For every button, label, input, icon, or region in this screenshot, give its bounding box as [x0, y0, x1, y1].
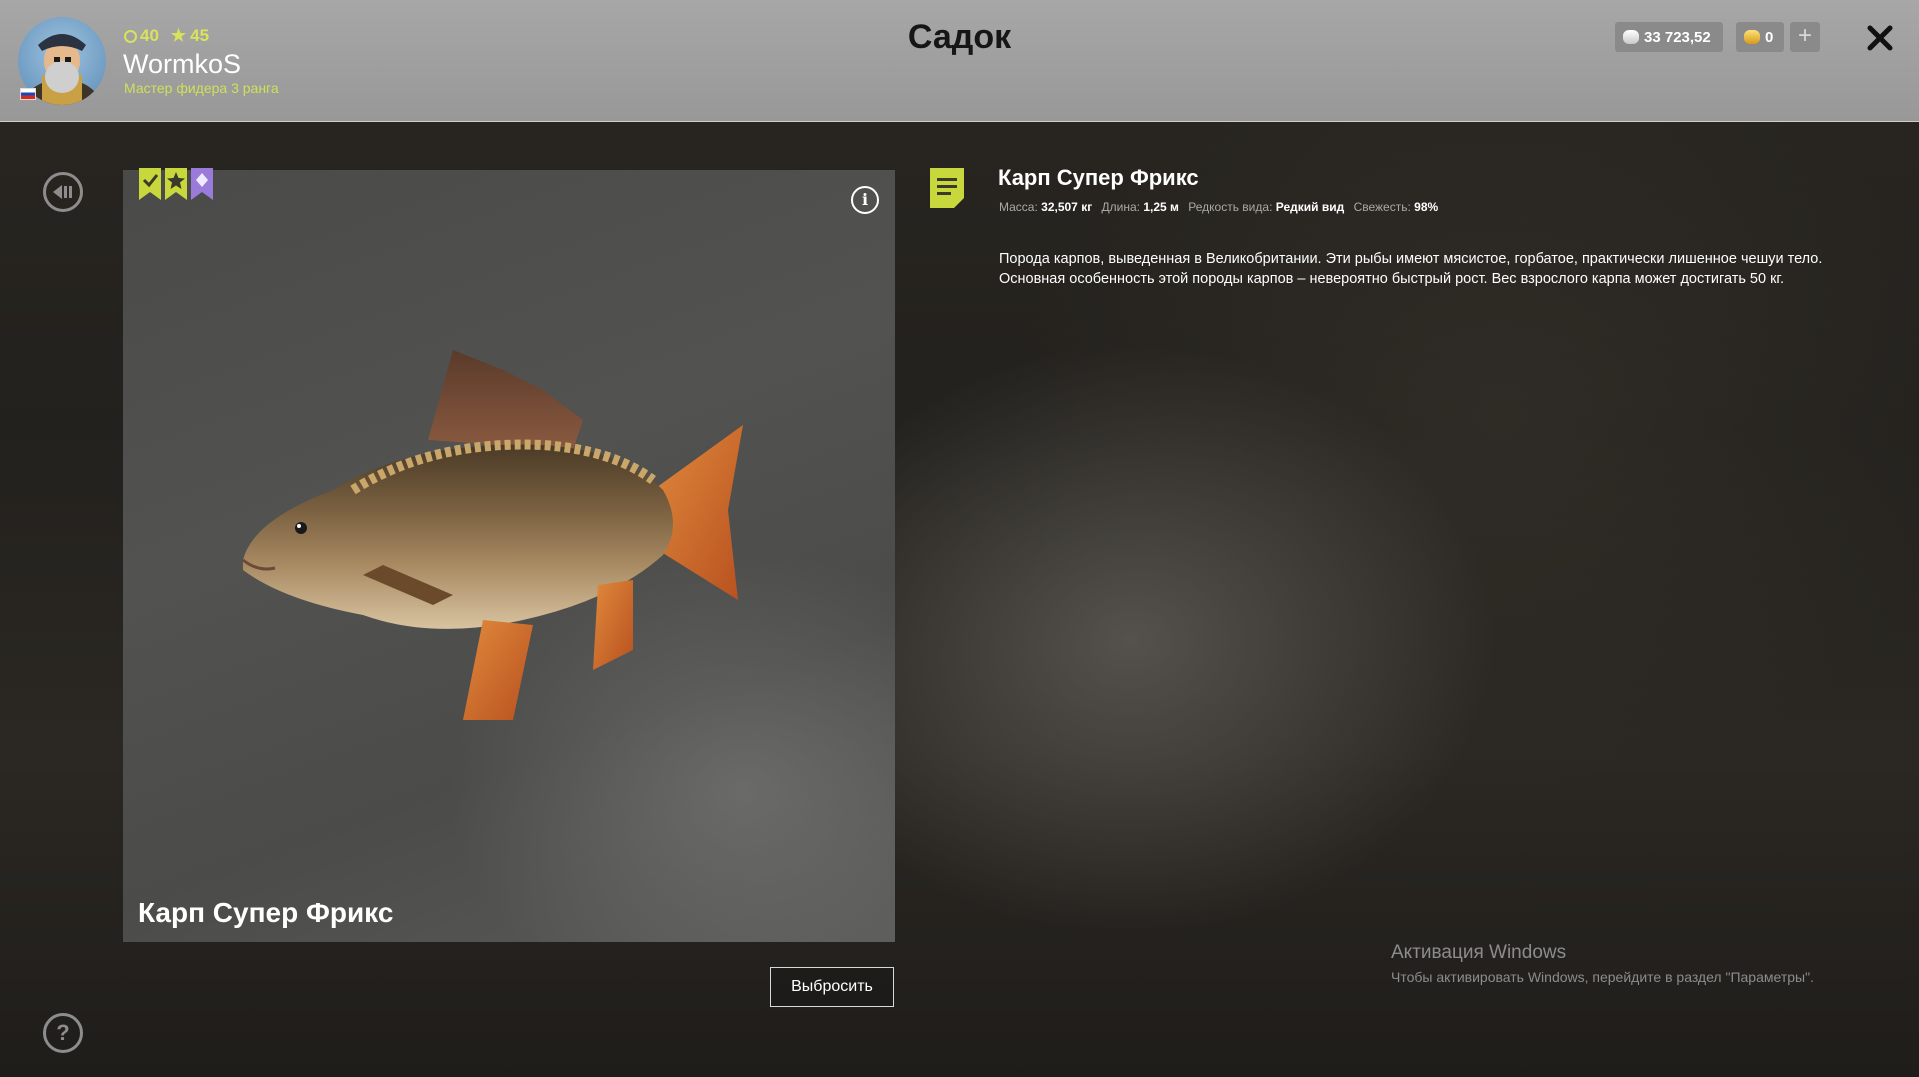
fish-stats: Масса: 32,507 кг Длина: 1,25 м Редкость …	[999, 200, 1444, 214]
mass-label: Масса:	[999, 200, 1038, 214]
check-ribbon-icon	[139, 168, 161, 200]
info-button[interactable]: i	[851, 186, 879, 214]
fish-title: Карп Супер Фрикс	[998, 165, 1199, 190]
close-button[interactable]	[1862, 16, 1898, 56]
document-icon	[930, 168, 964, 208]
gold-coins-icon	[1744, 30, 1760, 44]
silver-coins-icon	[1623, 30, 1639, 44]
player-rank: Мастер фидера 3 ранга	[124, 80, 279, 96]
fish-model-image	[242, 350, 743, 720]
fish-badges	[139, 168, 213, 200]
diamond-ribbon-icon	[191, 168, 213, 200]
length-value: 1,25 м	[1143, 200, 1179, 214]
silver-amount: 33 723,52	[1644, 28, 1711, 46]
gold-balance: 0	[1736, 22, 1784, 52]
silver-balance: 33 723,52	[1615, 22, 1723, 52]
fish-preview-panel: i Карп Супер Фрикс	[123, 168, 895, 942]
freshness-label: Свежесть:	[1353, 200, 1411, 214]
watermark-subtitle: Чтобы активировать Windows, перейдите в …	[1391, 969, 1814, 985]
top-bar: 40 ★ 45 WormkoS Мастер фидера 3 ранга Са…	[0, 0, 1919, 122]
fish-description: Порода карпов, выведенная в Великобритан…	[999, 251, 1823, 287]
mass-value: 32,507 кг	[1041, 200, 1093, 214]
star-ribbon-icon	[165, 168, 187, 200]
gold-amount: 0	[1765, 28, 1774, 46]
back-arrow-icon	[53, 185, 72, 199]
close-icon	[1867, 25, 1893, 51]
watermark-title: Активация Windows	[1391, 942, 1567, 963]
help-icon: ?	[56, 1020, 70, 1045]
help-button[interactable]: ?	[43, 1013, 83, 1053]
freshness-value: 98%	[1414, 200, 1439, 214]
fish-caption: Карп Супер Фрикс	[138, 897, 394, 928]
rarity-label: Редкость вида:	[1188, 200, 1273, 214]
add-currency-button[interactable]: +	[1790, 22, 1820, 52]
length-label: Длина:	[1101, 200, 1141, 214]
country-flag-icon	[20, 88, 36, 100]
discard-button[interactable]: Выбросить	[770, 967, 894, 1007]
back-button[interactable]	[43, 172, 83, 212]
rarity-value: Редкий вид	[1275, 200, 1345, 214]
